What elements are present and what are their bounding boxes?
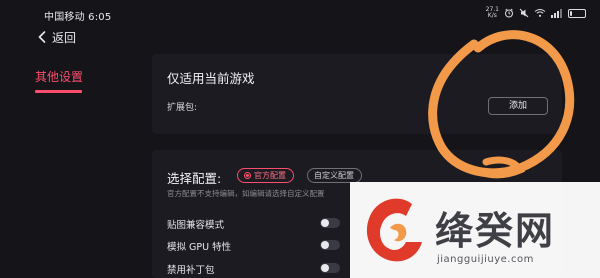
watermark-name: 绛癸网 bbox=[435, 209, 556, 253]
chevron-left-icon bbox=[38, 28, 46, 47]
watermark-logo: 绛癸网 jiangguijiuye.com bbox=[350, 182, 600, 278]
custom-config-option[interactable]: 自定义配置 bbox=[307, 168, 362, 183]
back-label: 返回 bbox=[52, 31, 77, 45]
section-title: 仅适用当前游戏 bbox=[167, 71, 255, 86]
carrier-time: 中国移动 6:05 bbox=[44, 12, 112, 23]
expansion-label: 扩展包: bbox=[167, 103, 198, 113]
wifi-icon bbox=[534, 8, 546, 18]
toggle-label: 禁用补丁包 bbox=[167, 265, 215, 276]
battery-text: 9 bbox=[574, 9, 580, 17]
watermark-domain: jiangguijiuye.com bbox=[437, 254, 534, 265]
toggle-knob bbox=[321, 219, 329, 227]
back-button[interactable]: 返回 bbox=[38, 28, 76, 47]
option-label: 官方配置 bbox=[254, 171, 286, 180]
disable-patch-toggle[interactable] bbox=[320, 263, 340, 273]
toggle-knob bbox=[321, 241, 329, 249]
signal-icon bbox=[551, 8, 563, 18]
watermark-emblem bbox=[360, 192, 430, 272]
option-label: 自定义配置 bbox=[314, 171, 354, 180]
official-config-option[interactable]: 官方配置 bbox=[237, 168, 294, 183]
gpu-emulation-toggle[interactable] bbox=[320, 240, 340, 250]
battery-icon: 9 bbox=[568, 8, 586, 18]
alarm-icon bbox=[504, 8, 514, 18]
current-game-panel: 仅适用当前游戏 扩展包: 添加 bbox=[152, 54, 562, 134]
config-title: 选择配置: bbox=[167, 171, 222, 186]
radio-selected-icon bbox=[244, 172, 251, 179]
toggle-row-texture-compat: 贴图兼容模式 bbox=[167, 216, 347, 232]
toggle-label: 贴图兼容模式 bbox=[167, 220, 225, 231]
status-icons: 27.1 K/s 9 bbox=[486, 7, 586, 19]
mute-icon bbox=[519, 8, 529, 18]
status-bar: 中国移动 6:05 27.1 K/s 9 bbox=[0, 0, 600, 26]
config-hint: 官方配置不支持编辑，如编辑请选择自定义配置 bbox=[167, 189, 325, 198]
texture-compat-toggle[interactable] bbox=[320, 218, 340, 228]
toggle-row-gpu-emulation: 模拟 GPU 特性 bbox=[167, 238, 347, 254]
toggle-row-disable-patch: 禁用补丁包 bbox=[167, 261, 347, 277]
sidebar-item-other-settings[interactable]: 其他设置 bbox=[35, 66, 84, 93]
toggle-label: 模拟 GPU 特性 bbox=[167, 242, 232, 253]
sidebar-item-label: 其他设置 bbox=[35, 70, 84, 84]
add-expansion-button[interactable]: 添加 bbox=[488, 97, 548, 115]
net-speed: 27.1 K/s bbox=[485, 6, 499, 19]
selected-indicator bbox=[35, 90, 82, 93]
toggle-knob bbox=[321, 264, 329, 272]
